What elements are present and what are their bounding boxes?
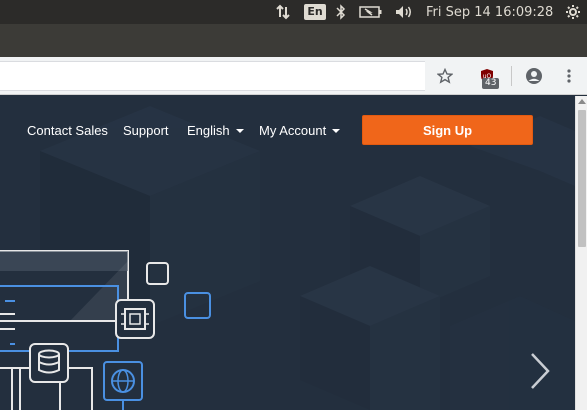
page-scrollbar[interactable] xyxy=(575,96,587,410)
toolbar-divider xyxy=(511,66,512,86)
clock[interactable]: Fri Sep 14 16:09:28 xyxy=(426,0,554,24)
site-header-nav: Contact Sales Support English My Account… xyxy=(0,96,575,166)
settings-gear-icon[interactable] xyxy=(562,0,584,24)
sign-up-button[interactable]: Sign Up xyxy=(362,115,533,145)
scroll-up-arrow-icon[interactable] xyxy=(578,99,586,104)
volume-icon[interactable] xyxy=(392,0,416,24)
contact-sales-label: Contact Sales xyxy=(27,123,108,138)
language-badge: En xyxy=(304,4,326,20)
language-label: English xyxy=(187,123,230,138)
sign-up-label: Sign Up xyxy=(422,122,473,138)
support-label: Support xyxy=(123,123,169,138)
browser-title-strip xyxy=(0,24,587,57)
network-transfer-icon[interactable] xyxy=(272,0,294,24)
web-page: Contact Sales Support English My Account… xyxy=(0,96,575,410)
support-link[interactable]: Support xyxy=(123,123,169,138)
battery-icon[interactable] xyxy=(357,0,385,24)
chevron-down-icon xyxy=(332,129,341,133)
scrollbar-thumb[interactable] xyxy=(578,110,586,247)
system-top-panel: En Fri Sep 14 16:09:28 xyxy=(0,0,587,24)
my-account-label: My Account xyxy=(259,123,327,138)
language-dropdown[interactable]: English xyxy=(187,123,244,138)
contact-sales-link[interactable]: Contact Sales xyxy=(27,123,108,138)
my-account-dropdown[interactable]: My Account xyxy=(259,123,341,138)
kebab-menu-icon[interactable] xyxy=(556,63,582,89)
keyboard-language-indicator[interactable]: En xyxy=(303,0,327,24)
bluetooth-icon[interactable] xyxy=(332,0,350,24)
chevron-down-icon xyxy=(235,129,244,133)
extension-count-badge: 43 xyxy=(482,78,500,89)
star-icon[interactable] xyxy=(432,63,458,89)
datetime-text: Fri Sep 14 16:09:28 xyxy=(426,4,554,20)
profile-icon[interactable] xyxy=(521,63,547,89)
address-bar[interactable] xyxy=(0,61,425,91)
browser-toolbar: uO xyxy=(0,57,587,95)
carousel-next-arrow-icon[interactable] xyxy=(524,346,554,396)
